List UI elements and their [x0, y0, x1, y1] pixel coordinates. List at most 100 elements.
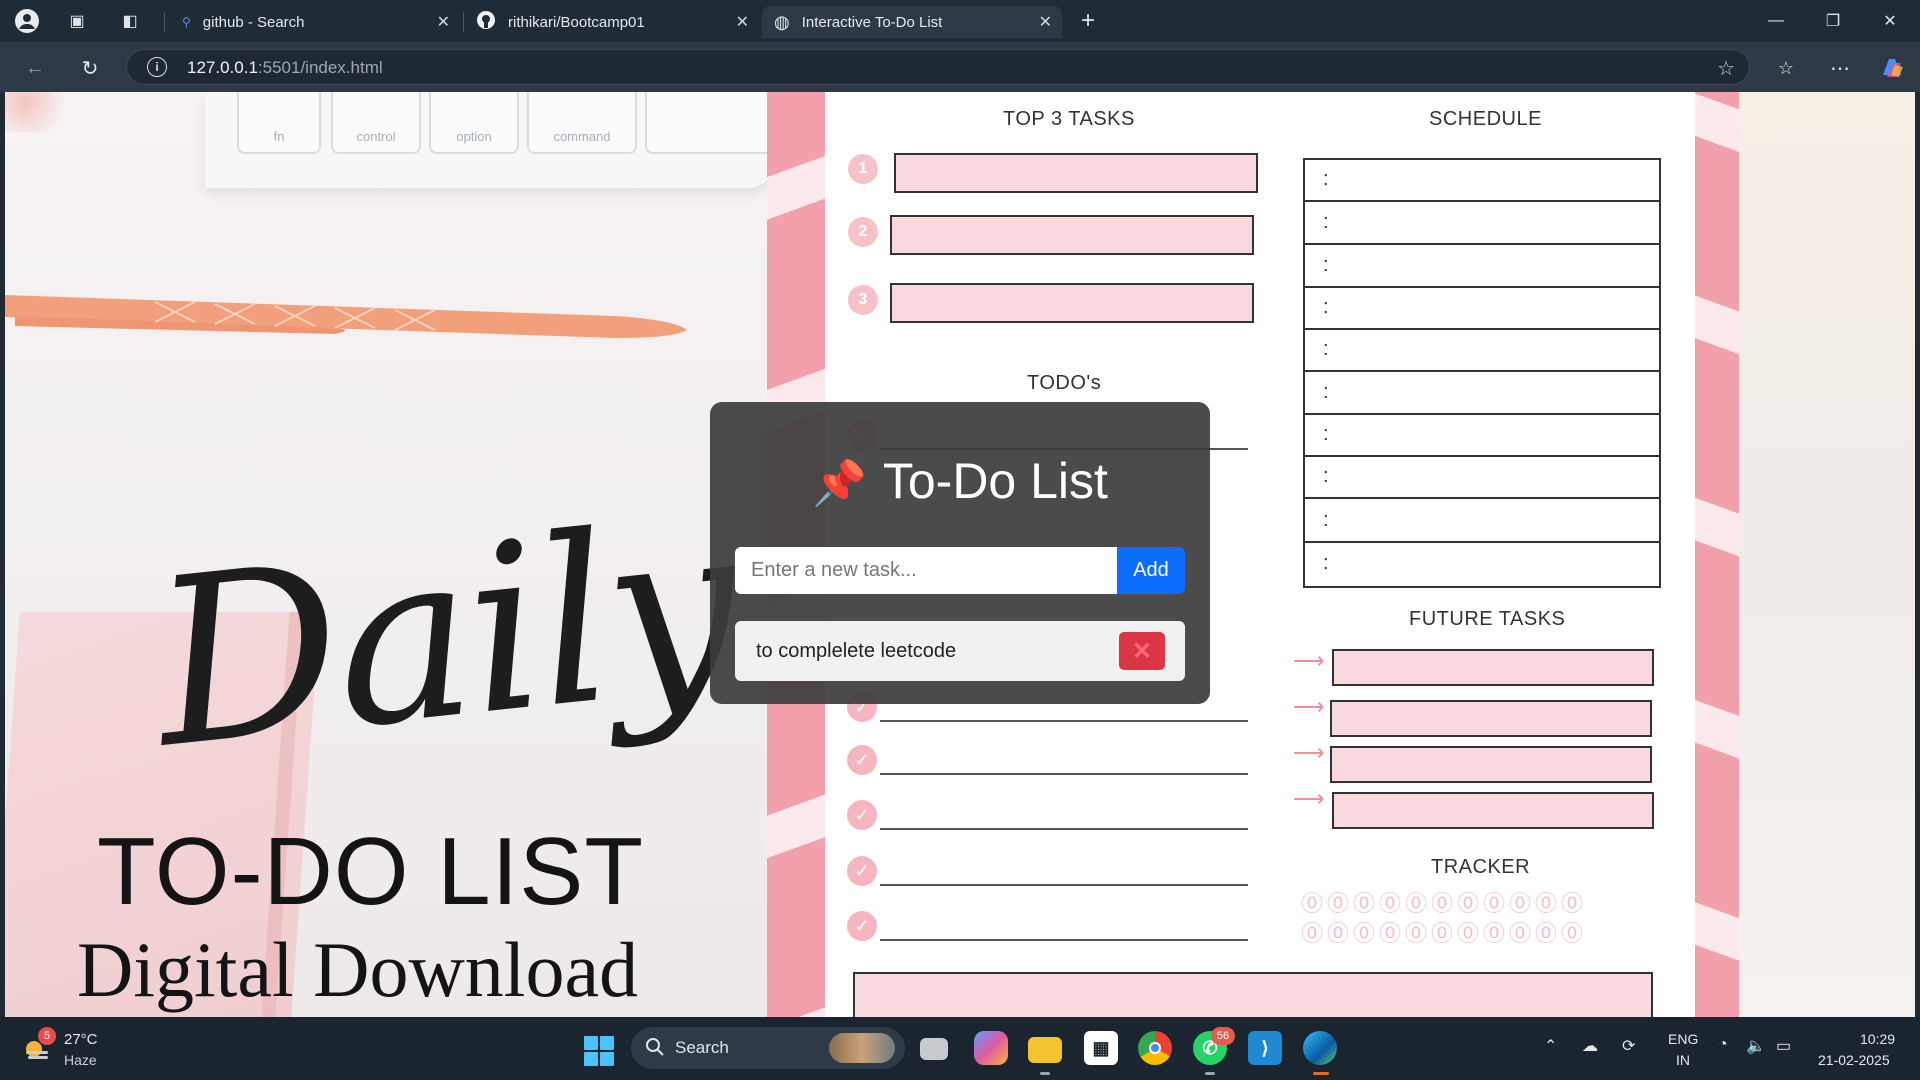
tab-github-repo[interactable]: rithikari/Bootcamp01 ✕ [464, 6, 759, 38]
todo-check-icon: ✓ [847, 856, 877, 886]
file-explorer-icon[interactable] [1028, 1037, 1062, 1063]
volume-icon[interactable]: 🔈 [1746, 1036, 1766, 1056]
arrow-icon: ⟶ [1293, 740, 1325, 765]
todo-check-icon: ✓ [847, 800, 877, 830]
tab-title: github - Search [202, 13, 305, 31]
weather-condition[interactable]: Haze [64, 1052, 97, 1068]
future-tasks-heading: FUTURE TASKS [1409, 608, 1566, 630]
flowers-decoration [5, 92, 75, 132]
keyboard-key: command [527, 92, 637, 154]
taskbar-search[interactable]: Search [631, 1027, 905, 1069]
refresh-icon[interactable]: ↻ [76, 54, 104, 82]
keyboard-key [645, 92, 775, 154]
task-list-item: to complelete leetcode ✕ [735, 621, 1185, 681]
search-icon [646, 1038, 664, 1056]
tab-title: rithikari/Bootcamp01 [508, 13, 645, 31]
schedule-slot: : [1323, 552, 1329, 574]
favorites-icon[interactable]: ☆ [1772, 54, 1800, 82]
schedule-slot: : [1305, 329, 1661, 372]
schedule-slot: : [1305, 372, 1661, 415]
wifi-icon[interactable]: ◔ [1718, 1036, 1728, 1054]
vscode-icon[interactable]: ⟩ [1248, 1031, 1282, 1065]
window-close-icon[interactable]: ✕ [1870, 8, 1910, 34]
keyboard-key: option [429, 92, 519, 154]
todo-card: 📌To-Do List Add to complelete leetcode ✕ [710, 402, 1210, 704]
page-viewport: fn control option command Daily TO-DO LI… [5, 92, 1915, 1017]
new-tab-icon[interactable]: + [1075, 7, 1101, 34]
delete-task-button[interactable]: ✕ [1119, 632, 1165, 670]
restore-icon[interactable]: ❐ [1813, 8, 1853, 34]
vertical-tabs-icon[interactable]: ◧ [117, 8, 143, 34]
whatsapp-badge: 56 [1211, 1027, 1235, 1045]
schedule-slot: : [1305, 456, 1661, 499]
top3-heading: TOP 3 TASKS [1003, 108, 1135, 130]
todo-list-headline: TO-DO LIST [97, 818, 644, 925]
schedule-slot: : [1305, 500, 1661, 543]
task-view-icon[interactable] [920, 1038, 948, 1060]
windows-start-icon[interactable] [584, 1036, 614, 1066]
show-hidden-icons-chevron[interactable]: ⌃ [1544, 1036, 1557, 1056]
close-icon[interactable]: ✕ [736, 12, 749, 32]
search-highlight-image [829, 1033, 895, 1063]
add-task-button[interactable]: Add [1117, 547, 1185, 594]
microsoft-store-icon[interactable]: ▦ [1084, 1031, 1118, 1065]
browser-tab-bar: ▣ ◧ ⚲ github - Search ✕ rithikari/Bootca… [0, 0, 1920, 42]
language-indicator[interactable]: ENG [1668, 1031, 1698, 1047]
todo-line [880, 939, 1248, 941]
tracker-row: ⓪⓪⓪⓪⓪⓪⓪⓪⓪⓪⓪ [1301, 921, 1588, 946]
clock-date[interactable]: 21-02-2025 [1818, 1052, 1890, 1068]
search-label: Search [675, 1038, 729, 1057]
more-options-icon[interactable]: ⋯ [1826, 54, 1854, 82]
chrome-icon[interactable] [1138, 1031, 1172, 1065]
language-region[interactable]: IN [1676, 1052, 1690, 1068]
todo-check-icon: ✓ [847, 911, 877, 941]
schedule-slot: : [1305, 159, 1661, 202]
background-right-photo [1739, 92, 1915, 1017]
copilot-app-icon[interactable] [974, 1031, 1008, 1065]
pen-image [5, 295, 687, 338]
todo-check-icon: ✓ [847, 745, 877, 775]
address-bar[interactable]: i 127.0.0.1:5501/index.html ☆ [126, 49, 1750, 85]
copilot-icon[interactable] [1878, 54, 1906, 82]
future-task-box [1332, 792, 1654, 829]
todo-line [880, 884, 1248, 886]
schedule-slot: : [1305, 202, 1661, 245]
new-task-input[interactable] [735, 547, 1117, 594]
site-info-icon[interactable]: i [147, 57, 167, 77]
keyboard-key: control [331, 92, 421, 154]
tracker-heading: TRACKER [1431, 856, 1531, 878]
schedule-slot: : [1305, 287, 1661, 330]
weather-badge: 5 [38, 1027, 56, 1045]
arrow-icon: ⟶ [1293, 694, 1325, 719]
edge-icon[interactable] [1303, 1031, 1337, 1065]
close-icon[interactable]: ✕ [437, 12, 450, 32]
notes-box [853, 972, 1653, 1017]
schedule-heading: SCHEDULE [1429, 108, 1542, 130]
favorite-star-icon[interactable]: ☆ [1717, 56, 1735, 81]
minimize-icon[interactable]: — [1756, 8, 1796, 34]
future-task-box [1330, 700, 1652, 737]
pushpin-icon: 📌 [812, 459, 867, 508]
tab-title: Interactive To-Do List [801, 13, 943, 31]
battery-icon[interactable]: ▭ [1776, 1036, 1791, 1056]
back-arrow-icon[interactable]: ← [21, 54, 49, 82]
weather-temperature[interactable]: 27°C [64, 1031, 98, 1048]
daily-script-title: Daily [142, 473, 746, 800]
onedrive-icon[interactable]: ☁ [1582, 1036, 1598, 1056]
tab-interactive-todo[interactable]: ◍ Interactive To-Do List ✕ [762, 6, 1062, 38]
windows-taskbar: 5 27°C Haze Search ▦ ✆ 56 ⟩ ⌃ ☁ ⟳ ENG IN… [0, 1017, 1920, 1080]
tracker-row: ⓪⓪⓪⓪⓪⓪⓪⓪⓪⓪⓪ [1301, 891, 1588, 916]
schedule-slot: : [1305, 245, 1661, 288]
tab-github-search[interactable]: ⚲ github - Search ✕ [170, 6, 460, 38]
url-text[interactable]: 127.0.0.1:5501/index.html [187, 58, 383, 78]
profile-icon[interactable] [14, 8, 40, 34]
close-icon[interactable]: ✕ [1039, 12, 1052, 32]
clock-time[interactable]: 10:29 [1860, 1031, 1895, 1047]
workspaces-icon[interactable]: ▣ [64, 8, 90, 34]
future-task-box [1332, 649, 1654, 686]
todo-line [880, 828, 1248, 830]
todo-title: 📌 To-Do List [812, 453, 1108, 509]
arrow-icon: ⟶ [1293, 648, 1325, 673]
top-task-box [890, 215, 1254, 255]
sync-icon[interactable]: ⟳ [1622, 1036, 1635, 1056]
